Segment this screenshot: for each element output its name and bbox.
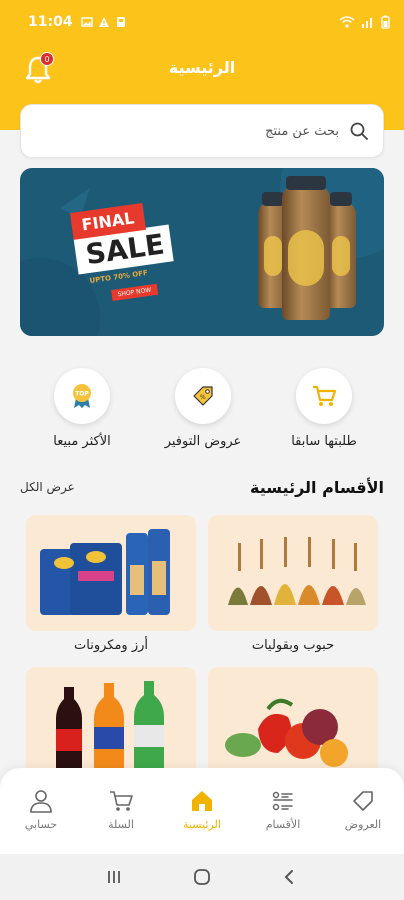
- category-card-pasta[interactable]: [26, 515, 196, 631]
- search-icon: [350, 122, 368, 140]
- system-navigation-bar: [0, 854, 404, 900]
- previous-orders-label: طلبتها سابقا: [291, 434, 357, 449]
- bottom-navigation: العروض الأقسام الرئيسية السلة حسابي: [0, 768, 404, 854]
- category-label-grains: حبوب وبقوليات: [251, 638, 335, 653]
- nav-account[interactable]: حسابي: [6, 788, 76, 831]
- soft-drinks-image: [56, 681, 164, 783]
- home-icon: [192, 791, 212, 811]
- recent-apps-icon[interactable]: [105, 868, 123, 886]
- pasta-image: [40, 529, 170, 615]
- sale-graphic: FINAL SALE UPTO 70% OFF SHOP NOW: [69, 200, 178, 305]
- grains-image: [228, 537, 366, 605]
- saving-offers-button[interactable]: %: [175, 368, 231, 424]
- previous-orders-button[interactable]: [296, 368, 352, 424]
- image-notification-icon: [80, 17, 93, 27]
- header: 0 الرئيسية: [0, 44, 404, 90]
- saving-offers-label: عروض التوفير: [164, 434, 242, 449]
- vegetables-image: [225, 698, 348, 767]
- wifi-icon: [339, 16, 355, 28]
- category-label-pasta: أرز ومكرونات: [74, 638, 148, 653]
- nav-categories-label: الأقسام: [265, 818, 301, 831]
- main-categories-title: الأقسام الرئيسية: [250, 478, 384, 497]
- notification-badge: 0: [40, 52, 54, 66]
- nav-account-label: حسابي: [24, 818, 58, 831]
- list-icon: [272, 791, 293, 811]
- category-card-grains[interactable]: [208, 515, 378, 631]
- notifications-button[interactable]: 0: [22, 50, 62, 86]
- alert-notification-icon: [98, 17, 109, 27]
- nav-cart[interactable]: السلة: [86, 788, 156, 831]
- spice-jar-right: [326, 192, 356, 308]
- search-bar[interactable]: [20, 104, 384, 158]
- category-card-vegetables[interactable]: [208, 667, 378, 783]
- nav-offers[interactable]: العروض: [328, 788, 398, 831]
- nav-categories[interactable]: الأقسام: [248, 788, 318, 831]
- tag-icon: [353, 791, 373, 811]
- cart-icon: [313, 385, 337, 406]
- best-sellers-label: الأكثر مبيعا: [53, 434, 111, 449]
- home-system-icon[interactable]: [193, 868, 211, 886]
- cart-icon: [110, 791, 133, 811]
- top-badge-icon: TOP: [73, 384, 91, 408]
- battery-icon: [381, 15, 390, 29]
- best-sellers-button[interactable]: TOP: [54, 368, 110, 424]
- nav-cart-label: السلة: [108, 818, 134, 831]
- view-all-link[interactable]: عرض الكل: [20, 480, 75, 494]
- user-icon: [30, 790, 52, 813]
- nav-offers-label: العروض: [344, 818, 382, 831]
- price-tag-icon: %: [193, 386, 213, 406]
- status-bar: 11:04: [0, 0, 404, 44]
- nav-home[interactable]: الرئيسية: [167, 788, 237, 831]
- back-icon[interactable]: [281, 868, 299, 886]
- status-time: 11:04: [28, 14, 73, 30]
- search-input[interactable]: [35, 123, 339, 139]
- category-card-soft-drinks[interactable]: [26, 667, 196, 783]
- page-title: الرئيسية: [168, 57, 236, 77]
- top-badge-text: TOP: [75, 391, 89, 398]
- spice-jar-center: [282, 176, 330, 320]
- nav-home-label: الرئيسية: [183, 818, 221, 831]
- promo-banner[interactable]: FINAL SALE UPTO 70% OFF SHOP NOW: [20, 168, 384, 336]
- signal-icon: [362, 18, 372, 28]
- app-notification-icon: [116, 17, 125, 27]
- svg-text:%: %: [200, 394, 206, 401]
